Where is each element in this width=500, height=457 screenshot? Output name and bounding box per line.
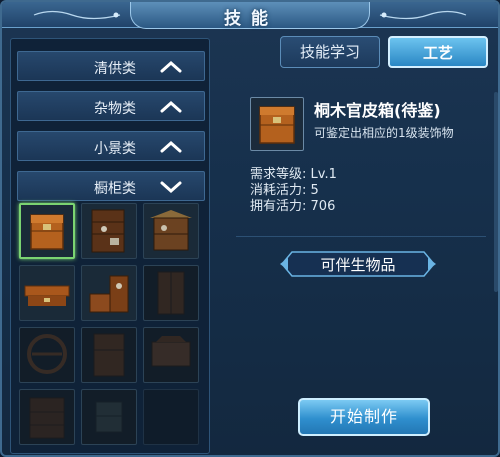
companion-items-label: 可伴生物品: [320, 256, 396, 274]
section-divider: [236, 236, 486, 237]
category-label: 清供类: [94, 61, 136, 77]
category-qinggong[interactable]: 清供类: [17, 51, 205, 81]
recipe-stepped-shelf[interactable]: [81, 265, 137, 321]
leather-chest-icon: [259, 106, 295, 144]
round-shelf-icon: [27, 334, 67, 374]
window-title: 技能: [224, 9, 278, 29]
stat-energy-owned: 拥有活力: 706: [250, 199, 336, 214]
title-bar: 技能: [2, 2, 498, 29]
recipe-wardrobe[interactable]: [81, 327, 137, 383]
chevron-up-icon: [160, 100, 182, 113]
title-flourish-left-icon: [33, 10, 121, 20]
recipe-small-cabinet[interactable]: [81, 389, 137, 445]
companion-items-header: 可伴生物品: [278, 248, 438, 280]
category-label: 杂物类: [94, 101, 136, 117]
stepped-shelf-icon: [89, 275, 129, 313]
title-flourish-right-icon: [379, 10, 467, 20]
category-chugui[interactable]: 橱柜类: [17, 171, 205, 201]
recipe-low-table[interactable]: [19, 265, 75, 321]
chevron-down-icon: [160, 181, 182, 194]
curio-shelf-icon: [91, 209, 125, 253]
stat-required-level: 需求等级: Lv.1: [250, 167, 337, 182]
scrollbar[interactable]: [494, 92, 498, 292]
item-stats: 需求等级: Lv.1 消耗活力: 5 拥有活力: 706: [250, 167, 337, 215]
bookshelf-icon: [29, 397, 65, 439]
tea-cabinet-icon: [150, 210, 192, 251]
recipe-bookshelf[interactable]: [19, 389, 75, 445]
low-table-icon: [24, 285, 70, 306]
skill-window: 技能 清供类 杂物类 小景类 橱柜类 技能学习 工艺 桐木官皮箱(待鉴) 可鉴定…: [0, 0, 500, 457]
empty-slot: [143, 389, 199, 445]
category-label: 橱柜类: [94, 181, 136, 197]
tab-skill-learning[interactable]: 技能学习: [280, 36, 380, 68]
item-description: 可鉴定出相应的1级装饰物: [314, 126, 454, 140]
stat-energy-cost: 消耗活力: 5: [250, 183, 319, 198]
recipe-display-stand[interactable]: [143, 327, 199, 383]
chevron-up-icon: [160, 60, 182, 73]
recipe-round-shelf[interactable]: [19, 327, 75, 383]
wardrobe-icon: [93, 333, 125, 377]
recipe-tall-cabinet[interactable]: [143, 265, 199, 321]
tall-cabinet-icon: [157, 271, 185, 315]
small-cabinet-icon: [95, 401, 123, 433]
category-xiaojing[interactable]: 小景类: [17, 131, 205, 161]
title-plate: 技能: [130, 2, 370, 29]
recipe-curio-shelf[interactable]: [81, 203, 137, 259]
tab-craft[interactable]: 工艺: [388, 36, 488, 68]
recipe-tea-cabinet[interactable]: [143, 203, 199, 259]
category-zawu[interactable]: 杂物类: [17, 91, 205, 121]
recipe-leather-chest[interactable]: [19, 203, 75, 259]
category-label: 小景类: [94, 141, 136, 157]
start-crafting-button[interactable]: 开始制作: [298, 398, 430, 436]
recipe-list-panel: 清供类 杂物类 小景类 橱柜类: [10, 38, 210, 454]
item-icon-frame: [250, 97, 304, 151]
item-name: 桐木官皮箱(待鉴): [314, 101, 441, 120]
chevron-up-icon: [160, 140, 182, 153]
display-stand-icon: [151, 336, 191, 367]
leather-chest-icon: [30, 214, 64, 250]
